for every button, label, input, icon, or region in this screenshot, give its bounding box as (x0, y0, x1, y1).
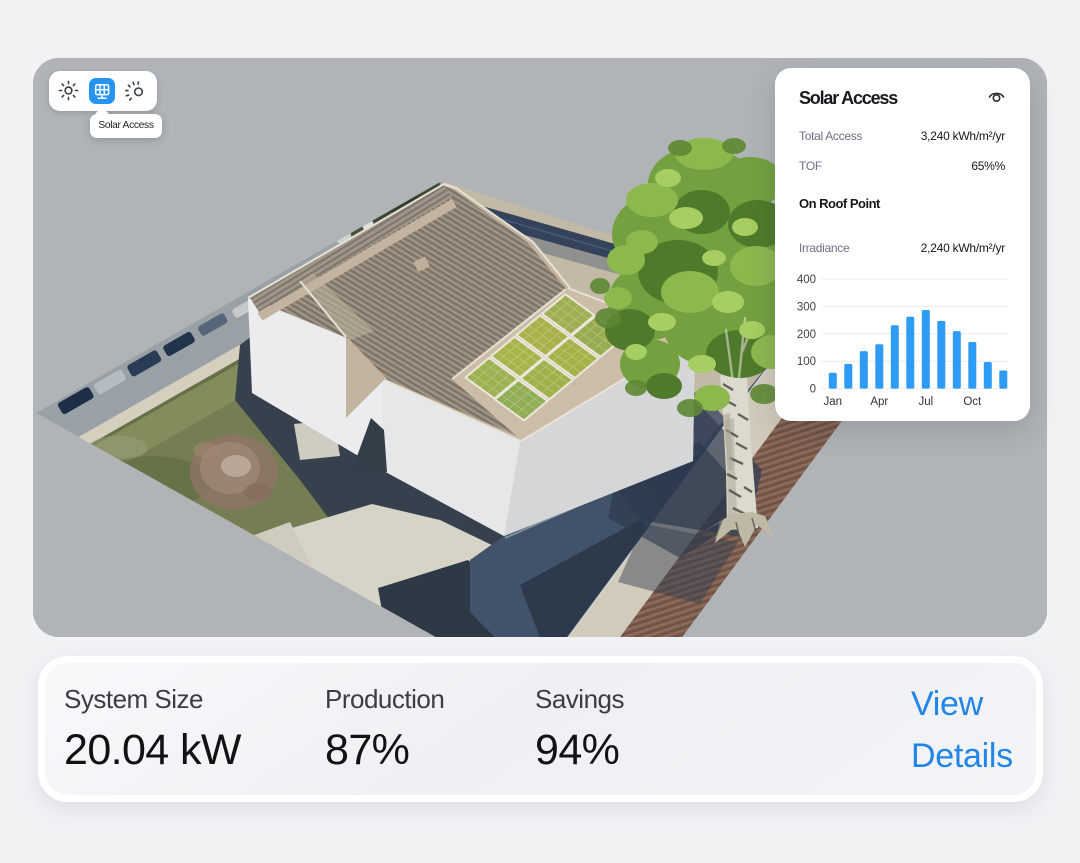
svg-text:0: 0 (810, 384, 816, 396)
svg-text:Jan: Jan (824, 396, 843, 408)
svg-text:400: 400 (797, 274, 816, 286)
svg-text:200: 200 (797, 329, 816, 341)
svg-text:Oct: Oct (963, 396, 982, 408)
svg-text:Jul: Jul (918, 396, 933, 408)
svg-text:Apr: Apr (870, 396, 888, 408)
svg-text:100: 100 (797, 356, 816, 368)
svg-text:300: 300 (797, 301, 816, 313)
